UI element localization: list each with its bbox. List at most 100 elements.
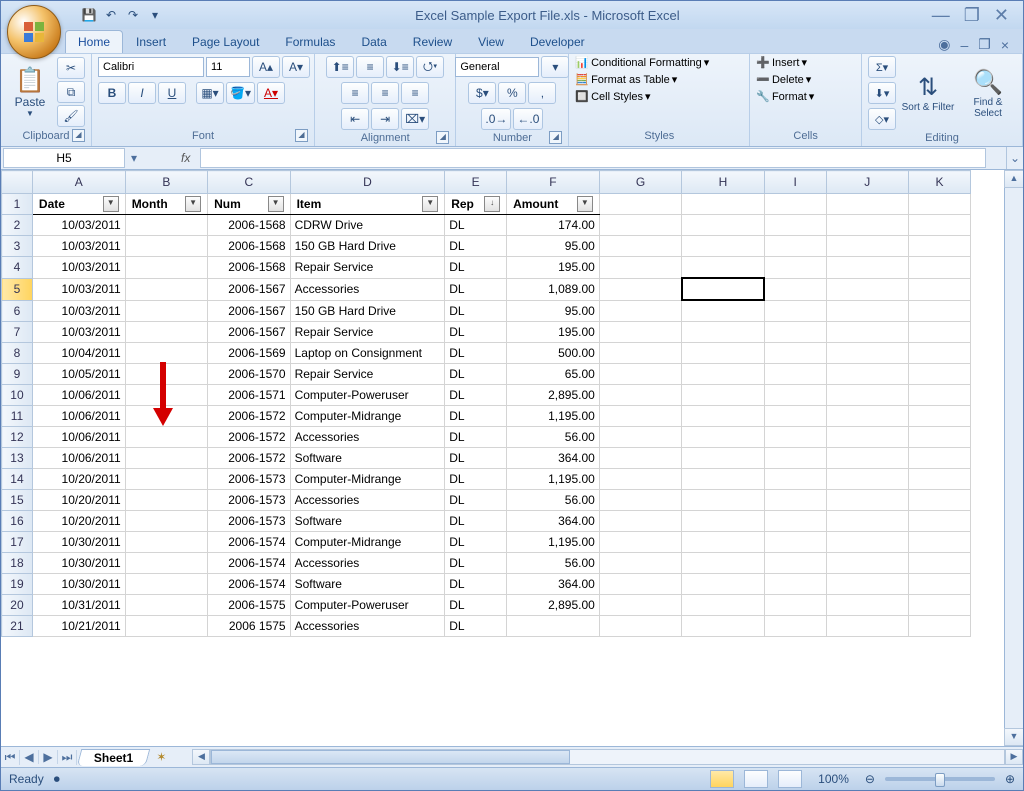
- cell[interactable]: 10/06/2011: [32, 448, 125, 469]
- cell[interactable]: [599, 511, 681, 532]
- cell[interactable]: 10/04/2011: [32, 343, 125, 364]
- cell[interactable]: [909, 553, 971, 574]
- cell[interactable]: 2006-1573: [208, 511, 290, 532]
- filter-header-rep[interactable]: Rep↓: [445, 194, 507, 215]
- cell[interactable]: 56.00: [507, 427, 600, 448]
- filter-header-item[interactable]: Item▼: [290, 194, 445, 215]
- cell[interactable]: [909, 343, 971, 364]
- cell[interactable]: [826, 300, 908, 322]
- cell[interactable]: [909, 616, 971, 637]
- cell[interactable]: [125, 236, 207, 257]
- cell[interactable]: 2006-1570: [208, 364, 290, 385]
- cell[interactable]: 2006-1574: [208, 574, 290, 595]
- grow-font-button[interactable]: A▴: [252, 56, 280, 78]
- orientation-button[interactable]: ⭯▾: [416, 56, 444, 78]
- cell[interactable]: [125, 385, 207, 406]
- row-header-1[interactable]: 1: [2, 194, 33, 215]
- cell[interactable]: [909, 236, 971, 257]
- cell[interactable]: DL: [445, 364, 507, 385]
- zoom-out-button[interactable]: ⊖: [865, 772, 875, 786]
- cell[interactable]: DL: [445, 532, 507, 553]
- col-header-A[interactable]: A: [32, 171, 125, 194]
- cell[interactable]: 2006-1571: [208, 385, 290, 406]
- align-top-button[interactable]: ⬆≡: [326, 56, 354, 78]
- align-center-button[interactable]: ≡: [371, 82, 399, 104]
- cell[interactable]: 195.00: [507, 257, 600, 279]
- cell[interactable]: [826, 427, 908, 448]
- row-header-3[interactable]: 3: [2, 236, 33, 257]
- cell[interactable]: [599, 385, 681, 406]
- cell[interactable]: 10/20/2011: [32, 490, 125, 511]
- cell[interactable]: [764, 322, 826, 343]
- cell[interactable]: [599, 343, 681, 364]
- increase-indent-button[interactable]: ⇥: [371, 108, 399, 130]
- cell[interactable]: DL: [445, 427, 507, 448]
- cell[interactable]: CDRW Drive: [290, 215, 445, 236]
- cell[interactable]: [599, 278, 681, 300]
- cells-delete-button[interactable]: ➖ Delete ▾: [756, 73, 811, 86]
- decrease-decimal-button[interactable]: ←.0: [513, 108, 543, 130]
- fx-icon[interactable]: fx: [171, 151, 200, 165]
- cells-insert-button[interactable]: ➕ Insert ▾: [756, 56, 807, 69]
- cell[interactable]: [599, 574, 681, 595]
- cell[interactable]: [682, 215, 764, 236]
- clear-button[interactable]: ◇▾: [868, 108, 896, 130]
- scroll-right-button[interactable]: ▶: [1005, 749, 1023, 765]
- cell[interactable]: [826, 553, 908, 574]
- cell[interactable]: [909, 469, 971, 490]
- tab-formulas[interactable]: Formulas: [272, 30, 348, 53]
- mdi-close-icon[interactable]: ×: [1001, 37, 1009, 53]
- cell[interactable]: [909, 385, 971, 406]
- cell[interactable]: 10/30/2011: [32, 574, 125, 595]
- cell[interactable]: 10/03/2011: [32, 257, 125, 279]
- cell[interactable]: 10/03/2011: [32, 322, 125, 343]
- cell[interactable]: [682, 300, 764, 322]
- col-header-D[interactable]: D: [290, 171, 445, 194]
- align-left-button[interactable]: ≡: [341, 82, 369, 104]
- cell[interactable]: [682, 469, 764, 490]
- view-page-break-button[interactable]: [778, 770, 802, 788]
- filter-button[interactable]: ↓: [484, 196, 500, 212]
- cell[interactable]: [826, 257, 908, 279]
- row-header-8[interactable]: 8: [2, 343, 33, 364]
- cell[interactable]: DL: [445, 448, 507, 469]
- cell[interactable]: Computer-Poweruser: [290, 595, 445, 616]
- cell[interactable]: [599, 300, 681, 322]
- sheet-nav-first[interactable]: ⏮: [1, 750, 20, 765]
- cell[interactable]: [599, 616, 681, 637]
- fill-color-button[interactable]: 🪣▾: [226, 82, 255, 104]
- conditional-formatting-button[interactable]: 📊 Conditional Formatting ▾: [575, 56, 709, 69]
- cell[interactable]: [599, 406, 681, 427]
- cell[interactable]: [599, 427, 681, 448]
- cell[interactable]: 2006-1574: [208, 553, 290, 574]
- cell[interactable]: [909, 490, 971, 511]
- cell[interactable]: 500.00: [507, 343, 600, 364]
- cell[interactable]: [599, 448, 681, 469]
- font-size-combo[interactable]: [206, 57, 250, 77]
- cell[interactable]: [507, 616, 600, 637]
- filter-button[interactable]: ▼: [103, 196, 119, 212]
- filter-header-month[interactable]: Month▼: [125, 194, 207, 215]
- cell[interactable]: 10/06/2011: [32, 406, 125, 427]
- cell[interactable]: [826, 236, 908, 257]
- scroll-left-button[interactable]: ◀: [192, 749, 210, 765]
- cell[interactable]: [764, 490, 826, 511]
- cell-styles-button[interactable]: 🔲 Cell Styles ▾: [575, 90, 650, 103]
- cell[interactable]: 65.00: [507, 364, 600, 385]
- cell[interactable]: DL: [445, 300, 507, 322]
- cell[interactable]: 364.00: [507, 511, 600, 532]
- cell[interactable]: 10/03/2011: [32, 236, 125, 257]
- cell[interactable]: [909, 215, 971, 236]
- row-header-11[interactable]: 11: [2, 406, 33, 427]
- cell[interactable]: DL: [445, 257, 507, 279]
- cell[interactable]: [125, 406, 207, 427]
- row-header-15[interactable]: 15: [2, 490, 33, 511]
- col-header-K[interactable]: K: [909, 171, 971, 194]
- cell[interactable]: DL: [445, 574, 507, 595]
- cell[interactable]: 95.00: [507, 300, 600, 322]
- scroll-down-button[interactable]: ▼: [1004, 728, 1023, 746]
- cell[interactable]: 10/03/2011: [32, 278, 125, 300]
- cell[interactable]: [909, 278, 971, 300]
- cell[interactable]: [909, 194, 971, 215]
- cell[interactable]: [909, 511, 971, 532]
